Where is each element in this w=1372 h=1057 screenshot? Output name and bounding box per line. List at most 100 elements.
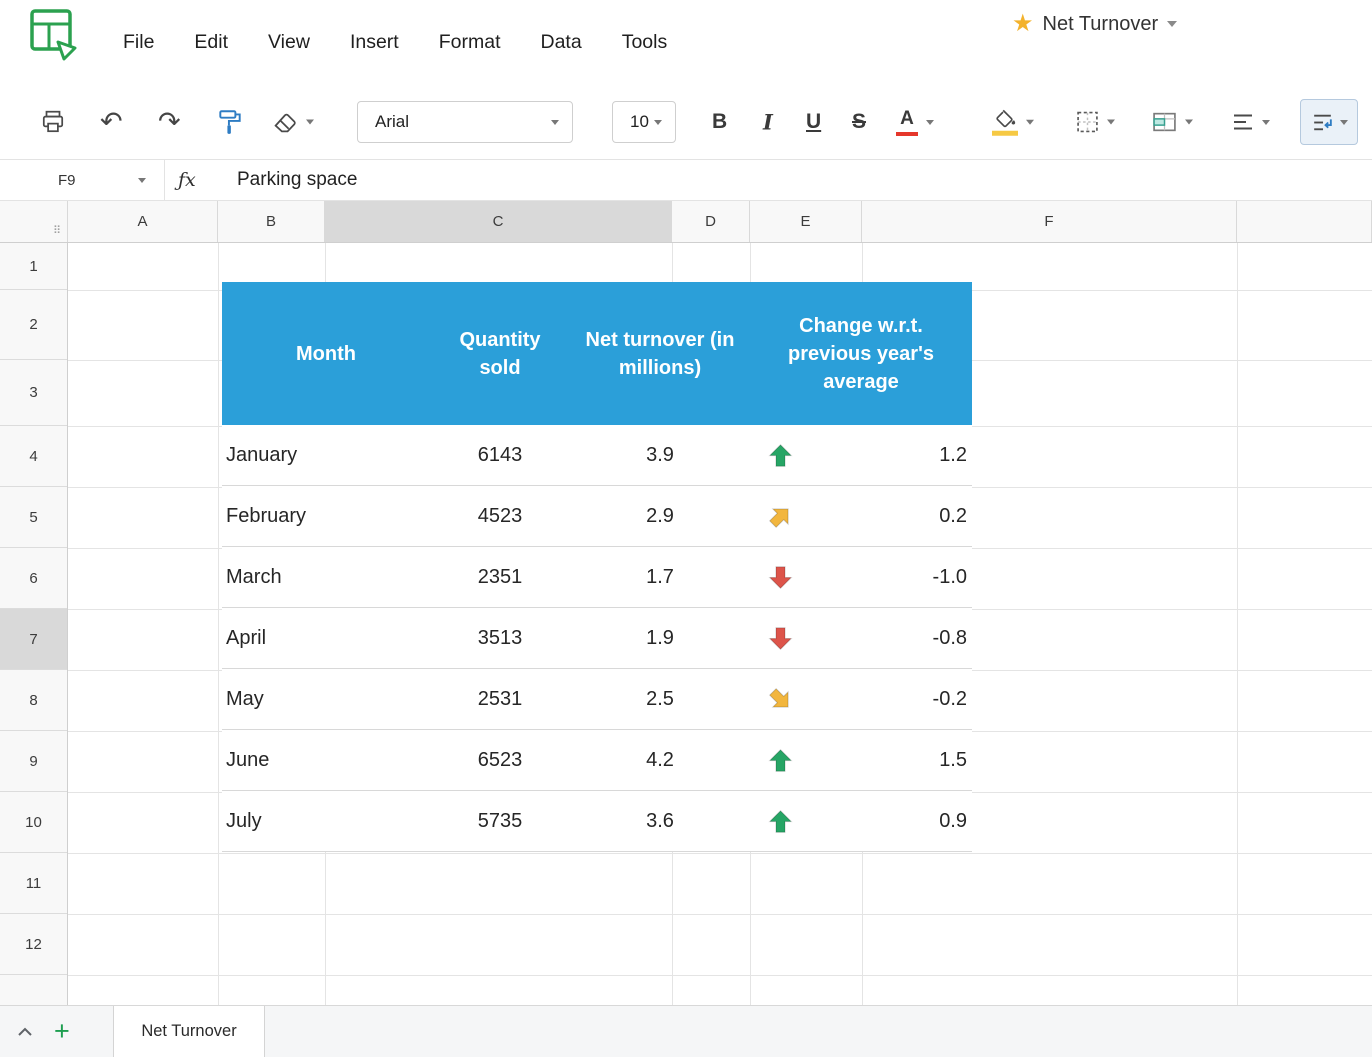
cell-trend[interactable]	[750, 564, 810, 591]
menu-tools[interactable]: Tools	[622, 31, 668, 54]
text-wrap-button[interactable]	[1300, 99, 1358, 145]
menu-file[interactable]: File	[123, 31, 154, 54]
table-row[interactable]: July 5735 3.6 0.9	[222, 791, 972, 852]
bold-button[interactable]: B	[712, 110, 727, 134]
cell-month[interactable]: January	[222, 444, 430, 467]
cell-quantity[interactable]: 2531	[430, 688, 570, 711]
cell-change[interactable]: 1.2	[810, 444, 972, 467]
cell-quantity[interactable]: 4523	[430, 505, 570, 528]
cell-change[interactable]: 1.5	[810, 749, 972, 772]
chevron-down-icon[interactable]	[1262, 119, 1270, 125]
horizontal-align-button[interactable]	[1232, 112, 1270, 132]
italic-button[interactable]: I	[763, 110, 773, 135]
table-row[interactable]: January 6143 3.9 1.2	[222, 425, 972, 486]
cell-quantity[interactable]: 2351	[430, 566, 570, 589]
col-header-b[interactable]: B	[218, 201, 325, 242]
cell-change[interactable]: -0.2	[810, 688, 972, 711]
row-header-9[interactable]: 9	[0, 731, 67, 792]
row-header-2[interactable]: 2	[0, 290, 67, 360]
table-row[interactable]: May 2531 2.5 -0.2	[222, 669, 972, 730]
header-turnover[interactable]: Net turnover (in millions)	[570, 282, 750, 425]
menu-view[interactable]: View	[268, 31, 310, 54]
cell-quantity[interactable]: 3513	[430, 627, 570, 650]
cell-month[interactable]: February	[222, 505, 430, 528]
row-header-11[interactable]: 11	[0, 853, 67, 914]
print-button[interactable]	[40, 109, 66, 135]
cell-turnover[interactable]: 2.5	[570, 688, 750, 711]
col-header-overflow[interactable]	[1237, 201, 1372, 242]
borders-button[interactable]	[1076, 111, 1115, 134]
menu-format[interactable]: Format	[439, 31, 501, 54]
cell-change[interactable]: -0.8	[810, 627, 972, 650]
header-month[interactable]: Month	[222, 282, 430, 425]
name-box[interactable]: F9	[0, 160, 165, 200]
cell-month[interactable]: May	[222, 688, 430, 711]
table-row[interactable]: February 4523 2.9 0.2	[222, 486, 972, 547]
cell-turnover[interactable]: 2.9	[570, 505, 750, 528]
cell-month[interactable]: March	[222, 566, 430, 589]
row-header-3[interactable]: 3	[0, 360, 67, 426]
table-row[interactable]: March 2351 1.7 -1.0	[222, 547, 972, 608]
collapse-tabbar-button[interactable]	[16, 1006, 34, 1057]
cell-quantity[interactable]: 6523	[430, 749, 570, 772]
menu-insert[interactable]: Insert	[350, 31, 399, 54]
redo-button[interactable]: ↷	[158, 108, 181, 136]
eraser-button[interactable]	[272, 110, 314, 135]
formula-input[interactable]: Parking space	[237, 160, 357, 200]
format-painter-button[interactable]	[216, 108, 244, 136]
cell-trend[interactable]	[750, 686, 810, 713]
row-header-4[interactable]: 4	[0, 426, 67, 487]
header-quantity[interactable]: Quantity sold	[430, 282, 570, 425]
chevron-down-icon[interactable]	[926, 119, 934, 125]
row-header-8[interactable]: 8	[0, 670, 67, 731]
undo-button[interactable]: ↶	[100, 108, 123, 136]
table-row[interactable]: April 3513 1.9 -0.8	[222, 608, 972, 669]
font-family-select[interactable]: Arial	[357, 101, 573, 143]
col-header-d[interactable]: D	[672, 201, 750, 242]
cell-change[interactable]: 0.2	[810, 505, 972, 528]
favorite-star-icon[interactable]: ★	[1012, 12, 1034, 36]
row-header-1[interactable]: 1	[0, 243, 67, 290]
cell-change[interactable]: 0.9	[810, 810, 972, 833]
chevron-down-icon[interactable]	[1185, 119, 1193, 125]
chevron-down-icon[interactable]	[306, 119, 314, 125]
cell-trend[interactable]	[750, 625, 810, 652]
row-header-10[interactable]: 10	[0, 792, 67, 853]
strikethrough-button[interactable]: S	[852, 110, 866, 134]
row-header-6[interactable]: 6	[0, 548, 67, 609]
font-color-button[interactable]: A	[896, 108, 934, 136]
chevron-down-icon[interactable]	[1167, 21, 1178, 27]
font-size-select[interactable]: 10	[612, 101, 676, 143]
cell-turnover[interactable]: 3.9	[570, 444, 750, 467]
cell-trend[interactable]	[750, 503, 810, 530]
fx-icon[interactable]: ƒx	[178, 160, 196, 200]
cell-quantity[interactable]: 6143	[430, 444, 570, 467]
cell-quantity[interactable]: 5735	[430, 810, 570, 833]
cell-trend[interactable]	[750, 808, 810, 835]
sheet-tab-net-turnover[interactable]: Net Turnover	[113, 1006, 265, 1057]
cell-turnover[interactable]: 1.7	[570, 566, 750, 589]
cell-change[interactable]: -1.0	[810, 566, 972, 589]
cell-month[interactable]: June	[222, 749, 430, 772]
chevron-down-icon[interactable]	[1107, 119, 1115, 125]
col-header-c[interactable]: C	[325, 201, 672, 242]
menu-data[interactable]: Data	[541, 31, 582, 54]
row-header-12[interactable]: 12	[0, 914, 67, 975]
select-all-corner[interactable]: ⠿	[0, 201, 68, 242]
app-logo-icon[interactable]	[28, 7, 78, 61]
col-header-f[interactable]: F	[862, 201, 1237, 242]
row-header-5[interactable]: 5	[0, 487, 67, 548]
table-header-row[interactable]: Month Quantity sold Net turnover (in mil…	[222, 282, 972, 425]
cell-month[interactable]: April	[222, 627, 430, 650]
chevron-down-icon[interactable]	[1026, 119, 1034, 125]
chevron-down-icon[interactable]	[138, 177, 146, 183]
cell-turnover[interactable]: 4.2	[570, 749, 750, 772]
cell-month[interactable]: July	[222, 810, 430, 833]
table-row[interactable]: June 6523 4.2 1.5	[222, 730, 972, 791]
menu-edit[interactable]: Edit	[194, 31, 228, 54]
col-header-a[interactable]: A	[68, 201, 218, 242]
fill-color-button[interactable]	[992, 109, 1034, 136]
underline-button[interactable]: U	[806, 110, 821, 134]
col-header-e[interactable]: E	[750, 201, 862, 242]
cell-turnover[interactable]: 3.6	[570, 810, 750, 833]
